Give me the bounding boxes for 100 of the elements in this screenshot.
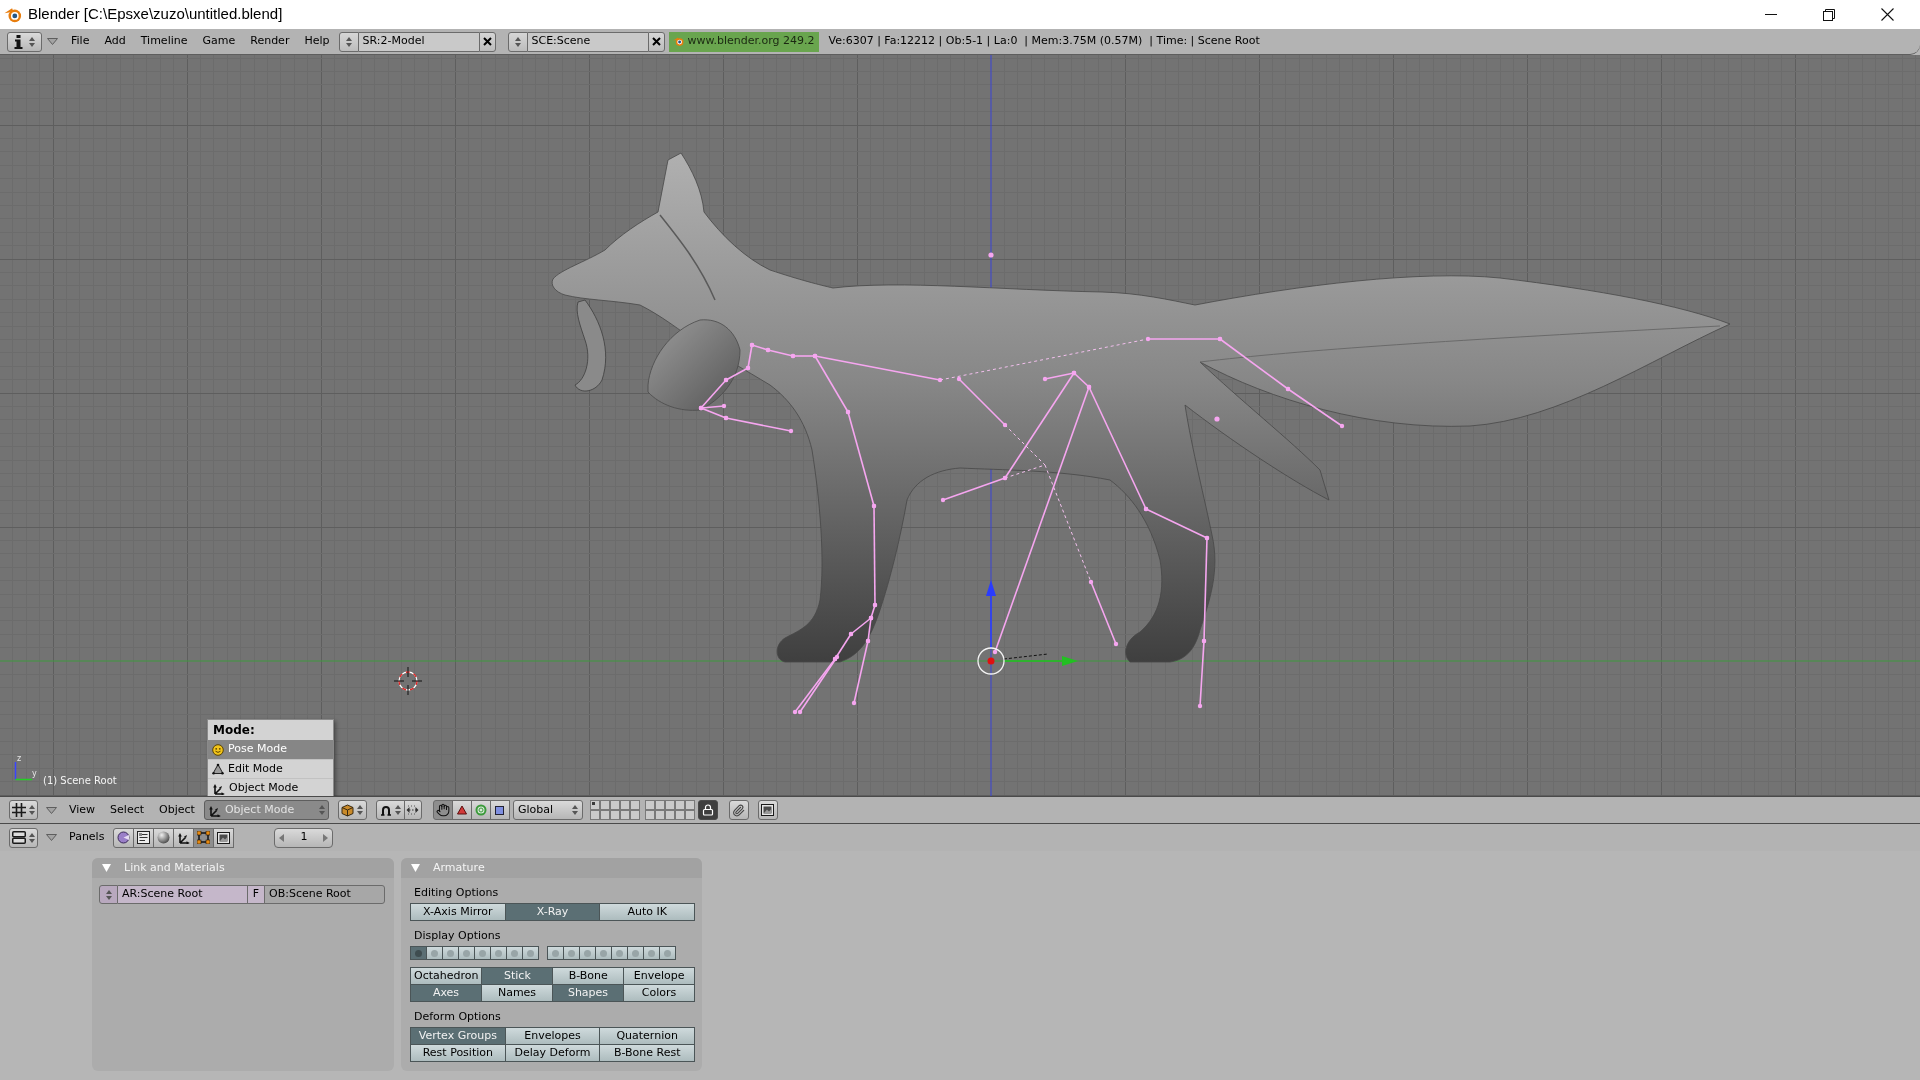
toggle-button[interactable]: B-Bone bbox=[552, 967, 625, 985]
picture-icon bbox=[761, 804, 775, 816]
menu-item[interactable]: Pose Mode bbox=[208, 740, 333, 759]
toggle-button[interactable]: X-Ray bbox=[504, 903, 601, 921]
axis-label: z bbox=[17, 754, 22, 763]
menu-item[interactable]: Edit Mode bbox=[208, 759, 333, 778]
menu-item[interactable]: Render bbox=[250, 33, 290, 50]
axis-gizmo-icon bbox=[14, 761, 33, 781]
browse-button[interactable] bbox=[99, 885, 118, 904]
grid-icon bbox=[12, 803, 26, 817]
manipulator-button[interactable] bbox=[451, 800, 472, 820]
toggle-button[interactable]: Axes bbox=[410, 984, 482, 1002]
updown-arrows-icon bbox=[105, 889, 112, 900]
toggle-button[interactable]: Rest Position bbox=[410, 1044, 506, 1062]
lock-button[interactable] bbox=[697, 800, 718, 820]
toggle-button[interactable]: X-Axis Mirror bbox=[410, 903, 506, 921]
context-button[interactable] bbox=[213, 827, 235, 848]
paperclip-icon bbox=[732, 803, 746, 817]
toggle-button[interactable]: Auto IK bbox=[599, 903, 695, 921]
window-type-dropdown[interactable] bbox=[9, 800, 38, 820]
menu-item[interactable]: View bbox=[69, 801, 96, 819]
scene-stats: Ve:6307 | Fa:12212 | Ob:5-1 | La:0 | Mem:3.75M (0.57M) | Time: | Scene Root bbox=[828, 33, 1260, 50]
cube-icon bbox=[341, 803, 355, 817]
menu-item[interactable]: Add bbox=[104, 33, 126, 50]
frame-number-field[interactable]: 1 bbox=[274, 827, 334, 848]
toggle-button[interactable]: Names bbox=[481, 984, 553, 1002]
orientation-dropdown[interactable]: Global bbox=[512, 800, 583, 820]
object-label: (1) Scene Root bbox=[43, 774, 117, 788]
updown-arrows-icon bbox=[29, 36, 35, 47]
toggle-button[interactable]: Quaternion bbox=[599, 1027, 695, 1045]
right-arrow-icon bbox=[323, 833, 329, 842]
context-button[interactable] bbox=[173, 827, 195, 848]
toggle-button[interactable]: Colors bbox=[623, 984, 695, 1002]
axes-icon bbox=[177, 831, 191, 844]
toggle-button[interactable]: Octahedron bbox=[410, 967, 483, 985]
armature-name-field[interactable]: AR:Scene Root bbox=[118, 885, 247, 904]
screen-name-field[interactable]: SR:2-Model bbox=[358, 31, 479, 52]
triangle-icon bbox=[456, 805, 467, 815]
picture-icon bbox=[217, 831, 231, 844]
bone-layer-button[interactable] bbox=[659, 946, 676, 960]
close-icon bbox=[1880, 8, 1894, 21]
manipulator-button[interactable] bbox=[432, 800, 453, 820]
context-button[interactable] bbox=[193, 827, 215, 848]
toggle-button[interactable]: Stick bbox=[481, 967, 554, 985]
toggle-button[interactable]: Vertex Groups bbox=[410, 1027, 506, 1045]
toggle-button[interactable]: Envelopes bbox=[504, 1027, 601, 1045]
toggle-button[interactable]: Delay Deform bbox=[504, 1044, 601, 1062]
square-vertices-icon bbox=[197, 831, 211, 844]
context-button[interactable] bbox=[133, 827, 155, 848]
object-name-field[interactable]: OB:Scene Root bbox=[264, 885, 385, 904]
window-type-dropdown[interactable] bbox=[9, 827, 38, 848]
mesh-triangle-icon bbox=[212, 763, 224, 775]
updown-arrows-icon bbox=[29, 805, 35, 815]
stacked-bars-icon bbox=[12, 831, 26, 844]
browse-button[interactable] bbox=[507, 31, 528, 52]
updown-arrows-icon bbox=[394, 805, 401, 815]
version-text: www.blender.org 249.2 bbox=[687, 33, 815, 50]
expand-triangle-icon[interactable] bbox=[411, 864, 420, 872]
layer-button[interactable] bbox=[589, 800, 600, 810]
section-label: Editing Options bbox=[413, 885, 500, 901]
scene-name-field[interactable]: SCE:Scene bbox=[527, 31, 648, 52]
browse-button[interactable] bbox=[338, 31, 359, 52]
close-icon bbox=[651, 37, 661, 46]
pacman-icon bbox=[117, 831, 131, 844]
restore-icon bbox=[1823, 8, 1835, 21]
dotted-arrows-icon bbox=[406, 805, 420, 815]
collapse-triangle-icon[interactable] bbox=[46, 806, 57, 814]
menu-item[interactable]: Help bbox=[304, 33, 330, 50]
updown-arrows-icon bbox=[571, 805, 578, 815]
info-icon bbox=[14, 34, 23, 49]
expand-triangle-icon[interactable] bbox=[102, 864, 111, 872]
updown-arrows-icon bbox=[345, 36, 352, 47]
menu-item[interactable]: File bbox=[71, 33, 90, 50]
minimize-icon bbox=[1765, 14, 1777, 15]
link-button[interactable] bbox=[728, 800, 749, 820]
collapse-triangle-icon[interactable] bbox=[47, 38, 58, 45]
pivot-dropdown[interactable] bbox=[337, 800, 367, 820]
window-type-dropdown[interactable] bbox=[7, 31, 42, 52]
menu-item[interactable]: Select bbox=[110, 801, 145, 819]
sphere-icon bbox=[157, 831, 171, 844]
bone-layer-button[interactable] bbox=[522, 946, 539, 960]
updown-arrows-icon bbox=[318, 805, 325, 815]
proportional-edit-dropdown[interactable] bbox=[375, 800, 405, 820]
fake-user-button[interactable]: F bbox=[247, 885, 265, 904]
toggle-button[interactable]: Shapes bbox=[552, 984, 624, 1002]
menu-item[interactable]: Timeline bbox=[140, 33, 188, 50]
smiley-icon bbox=[212, 743, 224, 756]
panel-title: Link and Materials bbox=[124, 859, 225, 876]
document-icon bbox=[137, 831, 151, 844]
render-button[interactable] bbox=[757, 800, 778, 820]
3d-cursor-icon bbox=[393, 666, 423, 696]
menu-item[interactable]: Game bbox=[202, 33, 236, 50]
toggle-button[interactable]: B-Bone Rest bbox=[599, 1044, 695, 1062]
manipulator-button[interactable] bbox=[489, 800, 510, 820]
menu-title: Mode: bbox=[212, 722, 256, 739]
toggle-button[interactable]: Envelope bbox=[623, 967, 695, 985]
menu-item[interactable]: Object bbox=[159, 801, 195, 819]
collapse-triangle-icon[interactable] bbox=[46, 834, 57, 841]
panel-title: Armature bbox=[433, 859, 485, 876]
left-arrow-icon bbox=[279, 833, 285, 842]
